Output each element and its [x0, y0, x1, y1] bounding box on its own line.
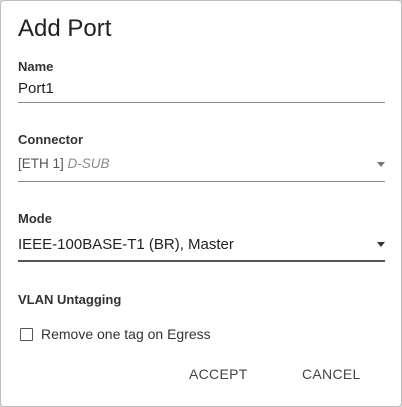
vlan-untagging-heading: VLAN Untagging	[18, 292, 122, 307]
connector-select[interactable]	[18, 152, 385, 178]
name-input[interactable]: Port1	[18, 80, 54, 97]
name-label: Name	[18, 59, 54, 74]
mode-label: Mode	[18, 211, 52, 226]
remove-tag-checkbox-label[interactable]: Remove one tag on Egress	[41, 326, 211, 342]
connector-label: Connector	[18, 132, 83, 147]
remove-tag-checkbox[interactable]	[20, 327, 33, 341]
connector-select-underline	[18, 181, 385, 182]
name-input-underline	[18, 102, 385, 103]
cancel-button[interactable]: CANCEL	[302, 363, 361, 385]
remove-tag-checkbox-row[interactable]: Remove one tag on Egress	[20, 325, 211, 343]
add-port-dialog: Add Port Name Port1 Connector [ETH 1] D-…	[0, 0, 402, 407]
mode-select-underline	[18, 260, 385, 262]
dialog-title: Add Port	[18, 15, 112, 42]
mode-select[interactable]	[18, 232, 385, 258]
accept-button[interactable]: ACCEPT	[189, 363, 248, 385]
